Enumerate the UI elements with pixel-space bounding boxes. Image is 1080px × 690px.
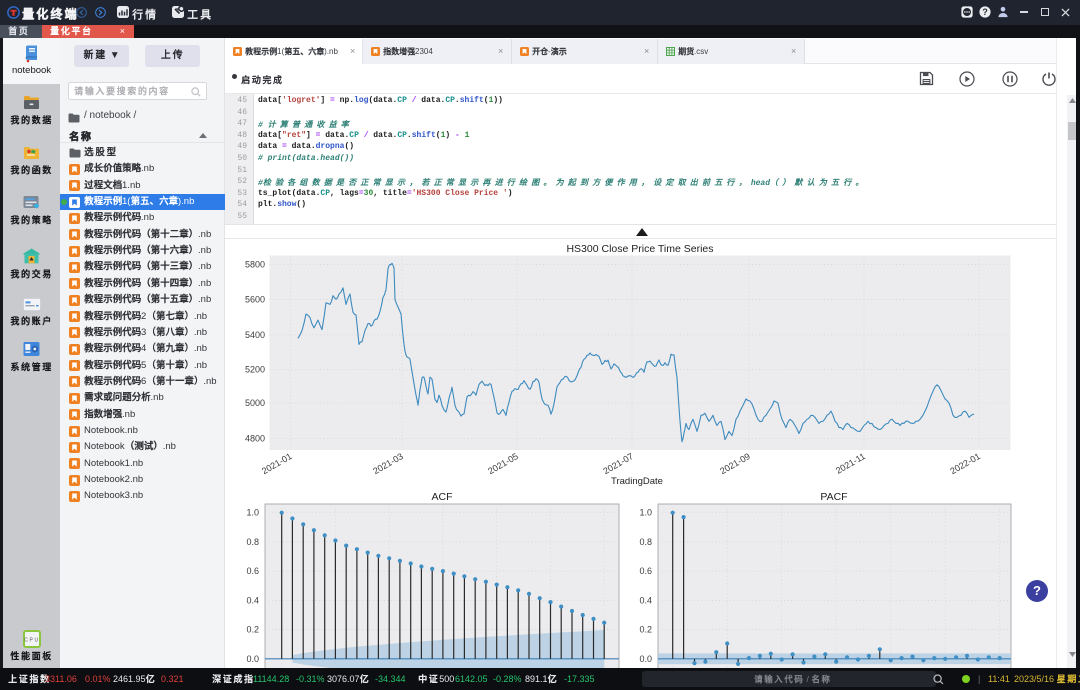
svg-text:0.4: 0.4 [639,595,652,605]
svg-text:0.6: 0.6 [639,566,652,576]
svg-text:0.2: 0.2 [639,625,652,635]
svg-text:PACF: PACF [820,491,847,503]
svg-text:0.2: 0.2 [246,625,259,635]
svg-text:5800: 5800 [245,259,265,269]
svg-text:0.0: 0.0 [639,654,652,664]
svg-text:2021-07: 2021-07 [601,451,635,476]
svg-text:0.6: 0.6 [246,566,259,576]
svg-text:0.8: 0.8 [639,537,652,547]
svg-text:?: ? [982,7,987,17]
svg-text:5000: 5000 [245,398,265,408]
svg-text:5200: 5200 [245,365,265,375]
svg-text:0.8: 0.8 [246,537,259,547]
svg-text:HS300 Close Price Time Series: HS300 Close Price Time Series [566,243,713,255]
svg-text:2022-01: 2022-01 [948,451,982,476]
svg-text:TradingDate: TradingDate [611,476,663,487]
svg-text:0.0: 0.0 [246,654,259,664]
svg-text:2021-03: 2021-03 [371,451,405,476]
svg-text:2021-11: 2021-11 [834,451,867,476]
svg-text:ACF: ACF [432,491,453,503]
svg-text:1.0: 1.0 [639,508,652,518]
svg-text:2021-09: 2021-09 [718,451,752,476]
svg-text:4800: 4800 [245,433,265,443]
svg-text:5400: 5400 [245,330,265,340]
svg-text:2021-01: 2021-01 [260,451,294,476]
svg-text:CPU: CPU [24,638,39,644]
svg-text:0.4: 0.4 [246,595,259,605]
svg-text:2021-05: 2021-05 [486,451,520,476]
svg-text:5600: 5600 [245,295,265,305]
svg-text:1.0: 1.0 [246,508,259,518]
